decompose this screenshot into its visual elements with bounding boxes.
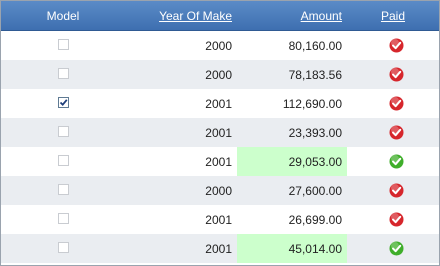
red-check-badge-icon — [389, 212, 404, 227]
row-checkbox[interactable] — [58, 97, 69, 108]
year-of-make-cell: 2001 — [205, 213, 232, 227]
amount-cell: 29,053.00 — [237, 147, 347, 176]
amount-value: 27,600.00 — [288, 184, 342, 198]
year-of-make-cell: 2000 — [205, 184, 232, 198]
year-of-make-cell: 2001 — [205, 155, 232, 169]
model-cell — [1, 176, 125, 205]
table-row[interactable]: 2001 45,014.00 — [1, 234, 439, 263]
paid-cell — [347, 205, 439, 234]
red-check-badge-icon — [389, 183, 404, 198]
year-of-make-cell: 2001 — [205, 242, 232, 256]
green-check-badge-icon — [389, 241, 404, 256]
amount-value: 45,014.00 — [288, 242, 342, 256]
column-header-amount[interactable]: Amount — [237, 1, 342, 30]
paid-cell — [347, 234, 439, 263]
table-row[interactable]: 2001 112,690.00 — [1, 89, 439, 118]
amount-value: 26,699.00 — [288, 213, 342, 227]
grid-header: Model Year Of Make Amount Paid — [1, 1, 439, 31]
paid-cell — [347, 89, 439, 118]
table-row[interactable]: 2001 26,699.00 — [1, 205, 439, 234]
amount-cell: 78,183.56 — [237, 60, 347, 89]
red-check-badge-icon — [389, 38, 404, 53]
amount-value: 29,053.00 — [288, 155, 342, 169]
paid-cell — [347, 147, 439, 176]
amount-cell: 27,600.00 — [237, 176, 347, 205]
model-cell — [1, 89, 125, 118]
row-checkbox[interactable] — [58, 155, 69, 166]
amount-cell: 23,393.00 — [237, 118, 347, 147]
column-header-year-of-make[interactable]: Year Of Make — [125, 1, 232, 30]
table-row[interactable]: 2000 27,600.00 — [1, 176, 439, 205]
year-of-make-cell: 2001 — [205, 126, 232, 140]
paid-cell — [347, 118, 439, 147]
amount-value: 112,690.00 — [282, 97, 342, 111]
row-checkbox[interactable] — [58, 242, 69, 253]
checkmark-icon — [59, 99, 68, 107]
row-checkbox[interactable] — [58, 126, 69, 137]
red-check-badge-icon — [389, 67, 404, 82]
amount-value: 80,160.00 — [288, 39, 342, 53]
data-grid: Model Year Of Make Amount Paid 2000 80,16… — [0, 0, 440, 266]
model-cell — [1, 60, 125, 89]
amount-value: 78,183.56 — [288, 68, 342, 82]
model-cell — [1, 205, 125, 234]
green-check-badge-icon — [389, 154, 404, 169]
paid-cell — [347, 176, 439, 205]
table-row[interactable]: 2000 78,183.56 — [1, 60, 439, 89]
column-header-paid[interactable]: Paid — [347, 1, 439, 30]
amount-cell: 26,699.00 — [237, 205, 347, 234]
amount-cell: 80,160.00 — [237, 31, 347, 60]
amount-value: 23,393.00 — [288, 126, 342, 140]
year-of-make-cell: 2001 — [205, 97, 232, 111]
year-of-make-cell: 2000 — [205, 39, 232, 53]
row-checkbox[interactable] — [58, 68, 69, 79]
table-row[interactable]: 2001 23,393.00 — [1, 118, 439, 147]
paid-cell — [347, 60, 439, 89]
table-row[interactable]: 2000 80,160.00 — [1, 31, 439, 60]
model-cell — [1, 118, 125, 147]
paid-cell — [347, 31, 439, 60]
model-cell — [1, 31, 125, 60]
model-cell — [1, 234, 125, 263]
row-checkbox[interactable] — [58, 39, 69, 50]
red-check-badge-icon — [389, 125, 404, 140]
red-check-badge-icon — [389, 96, 404, 111]
year-of-make-cell: 2000 — [205, 68, 232, 82]
row-checkbox[interactable] — [58, 213, 69, 224]
row-checkbox[interactable] — [58, 184, 69, 195]
amount-cell: 112,690.00 — [237, 89, 347, 118]
table-row[interactable]: 2001 29,053.00 — [1, 147, 439, 176]
model-cell — [1, 147, 125, 176]
column-header-model: Model — [46, 9, 80, 23]
amount-cell: 45,014.00 — [237, 234, 347, 263]
